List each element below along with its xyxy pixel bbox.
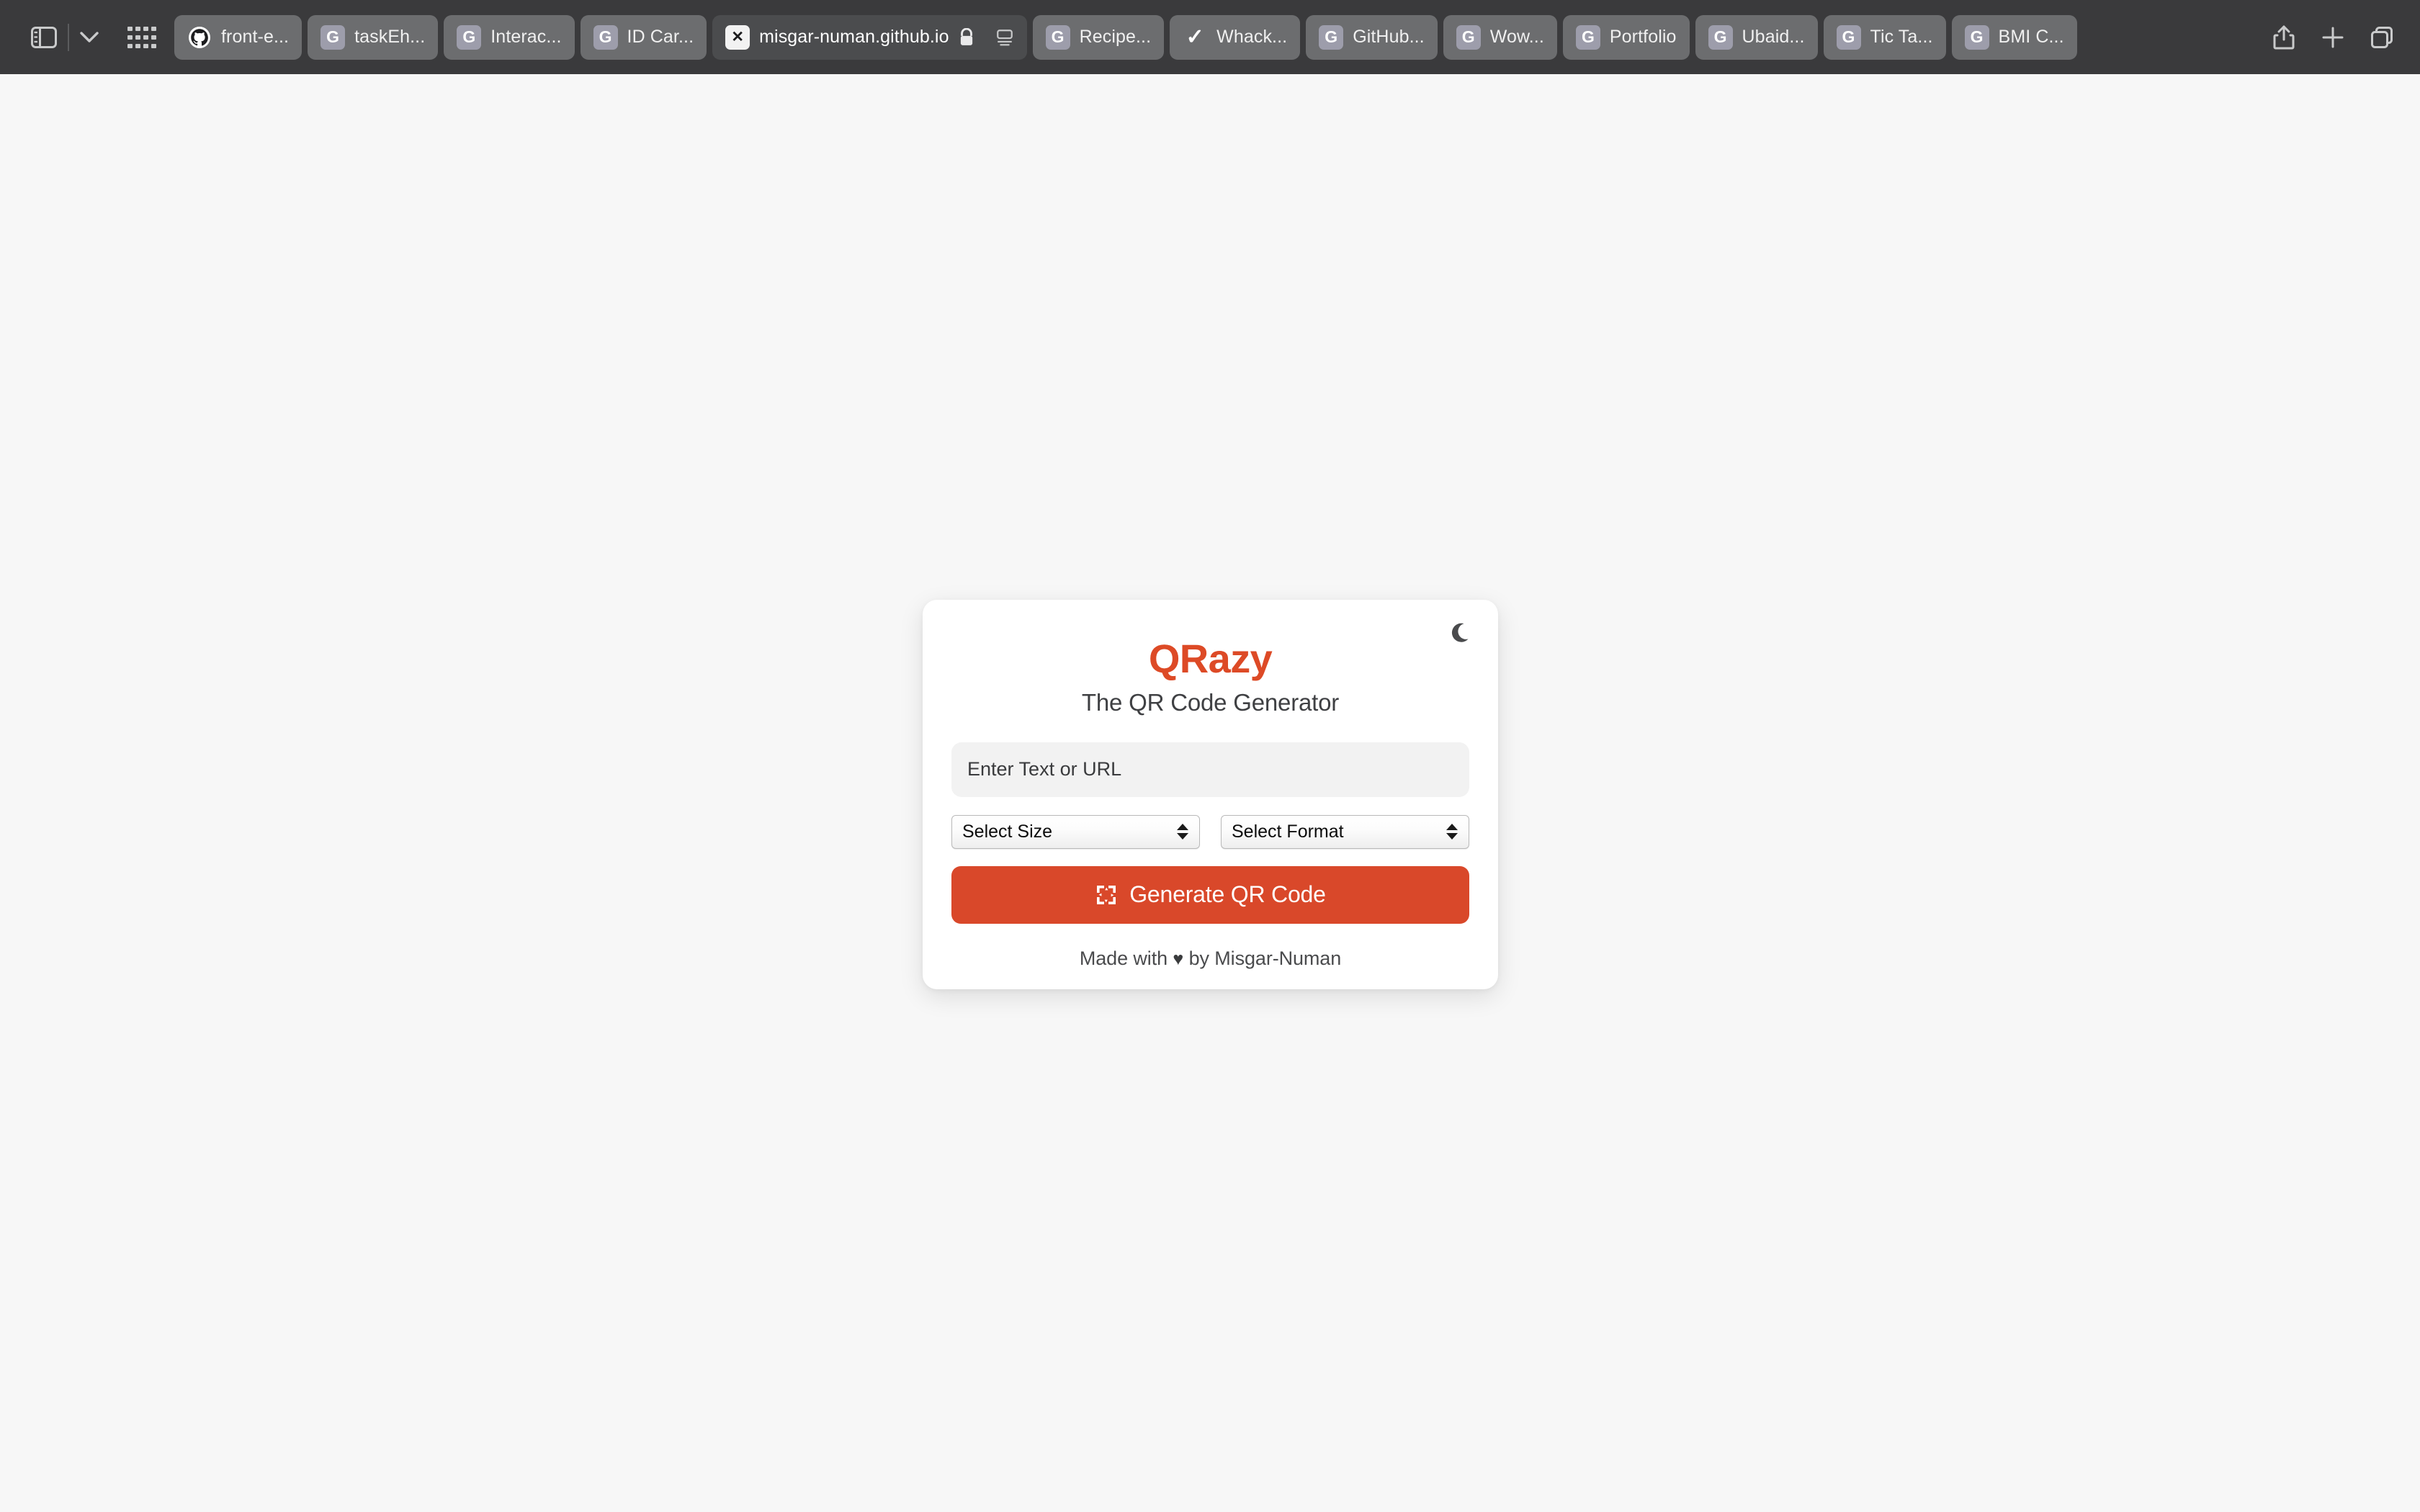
- qr-generator-card: QRazy The QR Code Generator Select Size …: [923, 600, 1498, 989]
- browser-tab[interactable]: G Portfolio: [1562, 14, 1690, 60]
- size-select-wrapper: Select Size: [951, 814, 1200, 849]
- letter-favicon-icon: G: [1045, 24, 1070, 50]
- letter-favicon-icon: G: [1319, 24, 1344, 50]
- browser-tab[interactable]: G BMI C...: [1951, 14, 2077, 60]
- browser-tab[interactable]: G GitHub...: [1306, 14, 1438, 60]
- footer-suffix: by Misgar-Numan: [1188, 947, 1342, 969]
- letter-favicon-icon: G: [321, 24, 346, 50]
- browser-tab-title: ID Car...: [627, 27, 694, 47]
- browser-tab[interactable]: G Tic Ta...: [1823, 14, 1946, 60]
- letter-favicon-icon: G: [1575, 24, 1600, 50]
- page-title: QRazy: [1148, 636, 1273, 681]
- letter-favicon-icon: G: [1836, 24, 1861, 50]
- toolbar-left-controls: [16, 17, 174, 58]
- tab-strip[interactable]: front-e... GtaskEh... G Interac... G ID Car..…: [174, 14, 2250, 60]
- footer-credit: Made with ♥ by Misgar-Numan: [951, 948, 1469, 970]
- browser-tab[interactable]: ✕ misgar-numan.github.io: [712, 14, 1027, 60]
- browser-tab[interactable]: G ID Car...: [580, 14, 707, 60]
- generate-qr-code-button[interactable]: Generate QR Code: [951, 865, 1469, 924]
- browser-tab-title: taskEh...: [354, 27, 426, 47]
- form-fields: Select Size Select Format: [923, 742, 1498, 970]
- format-select-wrapper: Select Format: [1221, 814, 1469, 849]
- browser-tab[interactable]: ✓ Whack...: [1170, 14, 1301, 60]
- letter-favicon-icon: G: [1964, 24, 1989, 50]
- share-icon[interactable]: [2262, 17, 2306, 58]
- browser-tab-title: Tic Ta...: [1870, 27, 1933, 47]
- text-or-url-input[interactable]: [951, 742, 1469, 797]
- reader-view-icon[interactable]: [995, 28, 1014, 47]
- browser-tab[interactable]: GtaskEh...: [308, 14, 439, 60]
- lock-icon: [960, 27, 972, 45]
- moon-icon[interactable]: [1443, 616, 1481, 653]
- browser-tab-title: Portfolio: [1609, 27, 1677, 47]
- browser-tab-title: front-e...: [221, 27, 290, 47]
- toolbar-right-controls: [2262, 17, 2404, 58]
- letter-favicon-icon: G: [1708, 24, 1733, 50]
- browser-tab[interactable]: G Wow...: [1443, 14, 1557, 60]
- browser-tab-title: Ubaid...: [1742, 27, 1805, 47]
- browser-tab-title: Recipe...: [1079, 27, 1152, 47]
- toolbar-divider: [68, 23, 69, 51]
- chevron-down-icon[interactable]: [72, 17, 107, 58]
- check-favicon-icon: ✓: [1186, 24, 1204, 49]
- browser-tab-title: Whack...: [1216, 27, 1288, 47]
- select-row: Select Size Select Format: [951, 814, 1469, 849]
- qr-rotate-icon: [1097, 885, 1116, 904]
- close-x-favicon-icon: ✕: [725, 24, 750, 50]
- browser-tab[interactable]: G Interac...: [444, 14, 575, 60]
- browser-toolbar: front-e... GtaskEh... G Interac... G ID Car..…: [0, 0, 2420, 74]
- format-select[interactable]: Select Format: [1221, 814, 1469, 849]
- browser-tab[interactable]: G Ubaid...: [1695, 14, 1818, 60]
- generate-button-label: Generate QR Code: [1129, 881, 1326, 908]
- browser-tab[interactable]: front-e...: [174, 14, 302, 60]
- letter-favicon-icon: G: [457, 24, 482, 50]
- browser-tab-title: BMI C...: [1998, 27, 2064, 47]
- grid-icon[interactable]: [120, 17, 164, 58]
- copy-tabs-icon[interactable]: [2360, 17, 2404, 58]
- sidebar-toggle-button[interactable]: [23, 17, 65, 58]
- browser-tab-title: Interac...: [490, 27, 562, 47]
- plus-icon[interactable]: [2311, 17, 2355, 58]
- footer-prefix: Made with: [1079, 947, 1168, 969]
- github-icon: [187, 25, 212, 50]
- page-subtitle: The QR Code Generator: [1081, 688, 1340, 716]
- page-content: QRazy The QR Code Generator Select Size …: [0, 74, 2420, 1512]
- browser-tab-title: Wow...: [1489, 27, 1544, 47]
- letter-favicon-icon: G: [1456, 24, 1481, 50]
- browser-tab-title: GitHub...: [1353, 27, 1425, 47]
- browser-tab[interactable]: G Recipe...: [1032, 14, 1165, 60]
- letter-favicon-icon: G: [593, 24, 618, 50]
- heart-icon: ♥: [1173, 948, 1184, 969]
- size-select[interactable]: Select Size: [951, 814, 1200, 849]
- browser-tab-title: misgar-numan.github.io: [759, 27, 949, 47]
